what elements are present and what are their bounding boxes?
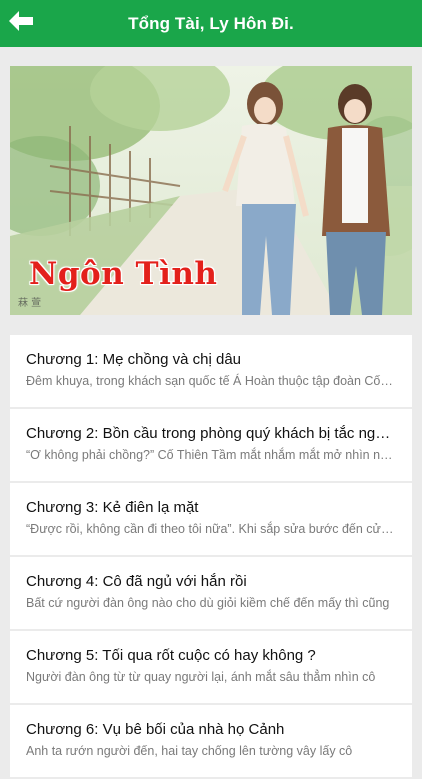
chapter-item-2[interactable]: Chương 2: Bồn cầu trong phòng quý khách … — [10, 409, 412, 481]
chapter-title: Chương 5: Tối qua rốt cuộc có hay không … — [26, 647, 316, 664]
back-button[interactable] — [6, 8, 36, 38]
cover-genre-label: Ngôn Tình — [29, 256, 218, 292]
chapter-snippet: “Được rồi, không cần đi theo tôi nữa”. K… — [26, 522, 396, 536]
chapter-title: Chương 4: Cô đã ngủ với hắn rồi — [26, 573, 247, 590]
chapter-item-1[interactable]: Chương 1: Mẹ chồng và chị dâu Đêm khuya,… — [10, 335, 412, 407]
arrow-left-icon — [8, 10, 34, 37]
page-title: Tổng Tài, Ly Hôn Đi. — [128, 13, 294, 33]
chapter-item-6[interactable]: Chương 6: Vụ bê bối của nhà họ Cảnh Anh … — [10, 705, 412, 777]
chapter-title: Chương 2: Bồn cầu trong phòng quý khách … — [26, 425, 396, 442]
chapter-item-4[interactable]: Chương 4: Cô đã ngủ với hắn rồi Bất cứ n… — [10, 557, 412, 629]
chapter-title: Chương 1: Mẹ chồng và chị dâu — [26, 351, 242, 368]
artist-signature: 菻 萱 — [18, 297, 41, 309]
chapter-list: Chương 1: Mẹ chồng và chị dâu Đêm khuya,… — [10, 335, 412, 779]
chapter-snippet: Người đàn ông từ từ quay người lại, ánh … — [26, 670, 376, 684]
chapter-title: Chương 3: Kẻ điên lạ mặt — [26, 499, 199, 516]
chapter-snippet: Đêm khuya, trong khách sạn quốc tế Á Hoà… — [26, 374, 396, 388]
chapter-item-3[interactable]: Chương 3: Kẻ điên lạ mặt “Được rồi, khôn… — [10, 483, 412, 555]
chapter-snippet: “Ơ không phải chồng?” Cố Thiên Tầm mắt n… — [26, 448, 396, 462]
chapter-snippet: Anh ta rướn người đến, hai tay chống lên… — [26, 744, 353, 758]
chapter-title: Chương 6: Vụ bê bối của nhà họ Cảnh — [26, 721, 285, 738]
chapter-snippet: Bất cứ người đàn ông nào cho dù giỏi kiề… — [26, 596, 390, 610]
cover-image: 菻 萱 Ngôn Tình — [10, 66, 412, 315]
chapter-item-5[interactable]: Chương 5: Tối qua rốt cuộc có hay không … — [10, 631, 412, 703]
navigation-bar: Tổng Tài, Ly Hôn Đi. — [0, 0, 422, 47]
